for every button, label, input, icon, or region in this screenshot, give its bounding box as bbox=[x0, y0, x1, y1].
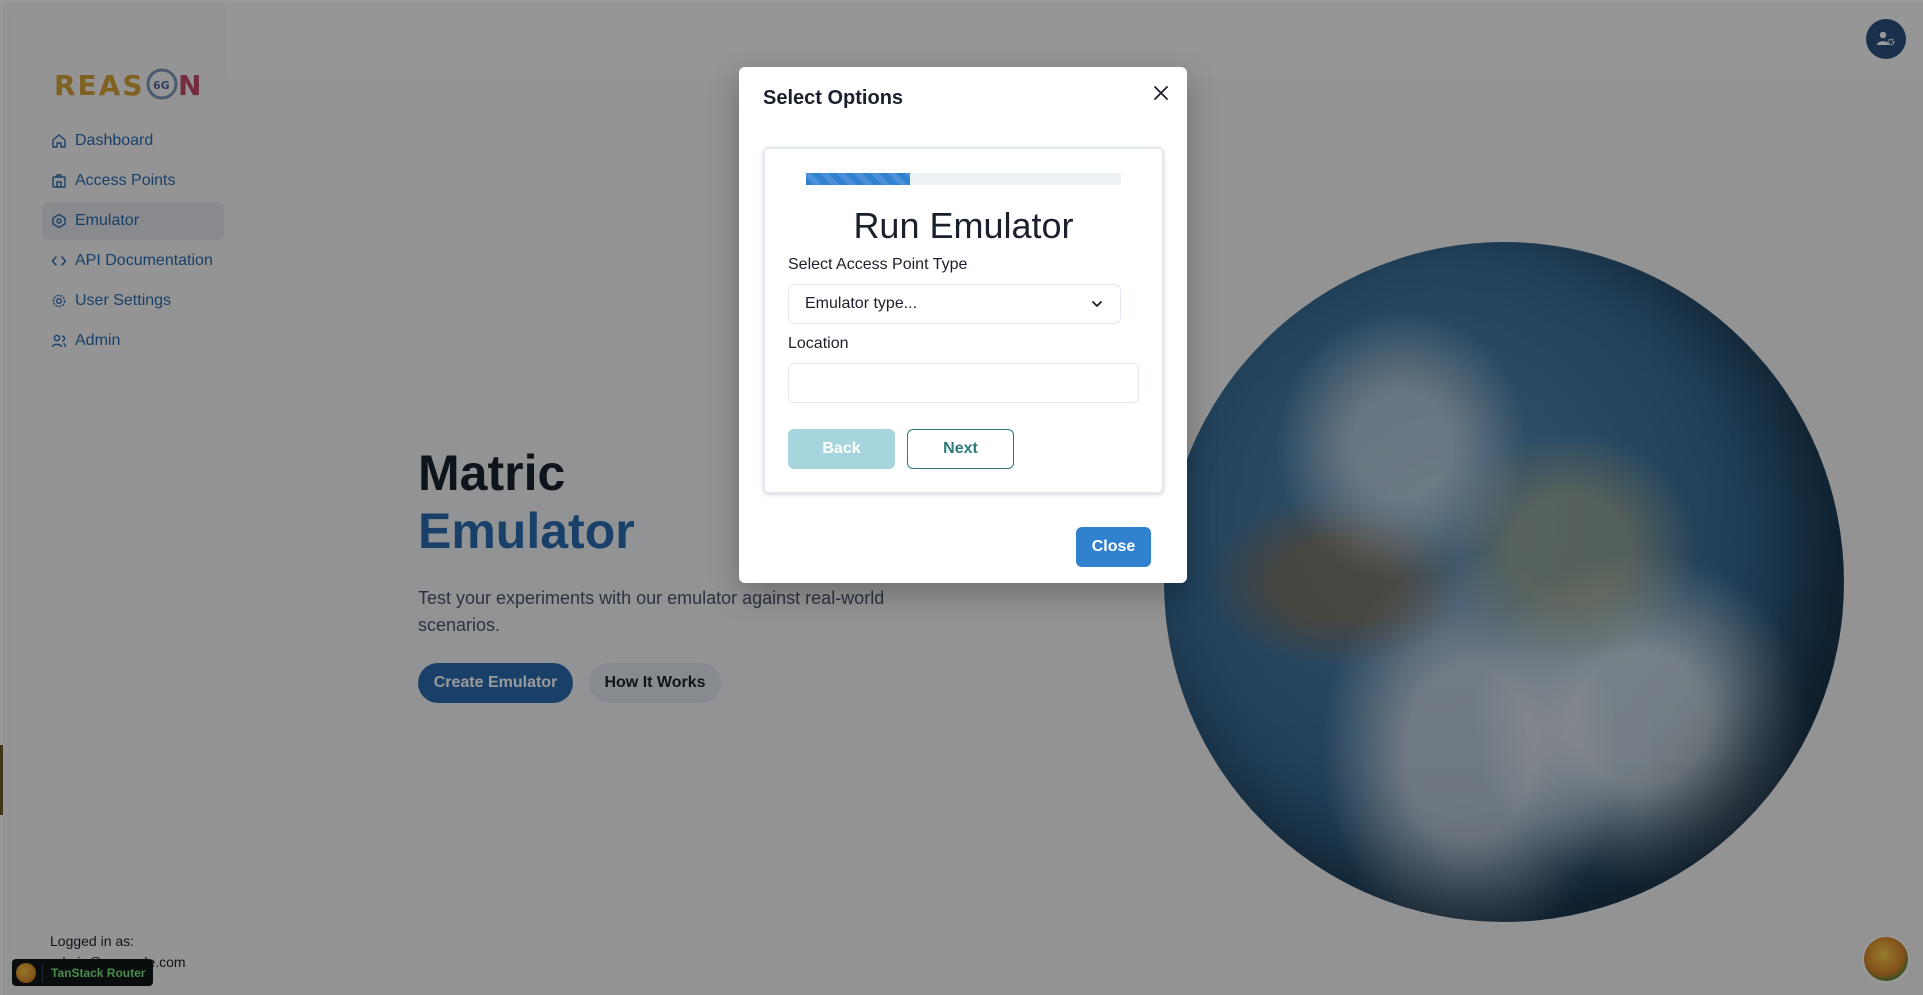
close-button[interactable]: Close bbox=[1076, 527, 1151, 567]
access-point-type-label: Select Access Point Type bbox=[788, 256, 968, 273]
modal-title: Select Options bbox=[763, 87, 904, 109]
step-progress-bar bbox=[806, 173, 1121, 185]
back-button[interactable]: Back bbox=[788, 429, 895, 469]
close-icon bbox=[1154, 86, 1168, 100]
card-heading: Run Emulator bbox=[853, 205, 1074, 246]
access-point-type-select[interactable]: Emulator type... bbox=[788, 284, 1121, 324]
location-input[interactable] bbox=[788, 363, 1139, 403]
modal-close-button[interactable] bbox=[1149, 81, 1173, 105]
select-placeholder: Emulator type... bbox=[805, 295, 918, 312]
next-button[interactable]: Next bbox=[907, 429, 1014, 469]
location-label: Location bbox=[788, 335, 849, 352]
select-options-modal: Select Options Run Emulator Select Acces… bbox=[739, 67, 1187, 583]
step-progress-fill bbox=[806, 173, 910, 185]
run-emulator-card: Run Emulator Select Access Point Type Em… bbox=[763, 147, 1164, 494]
chevron-down-icon bbox=[1092, 301, 1102, 307]
